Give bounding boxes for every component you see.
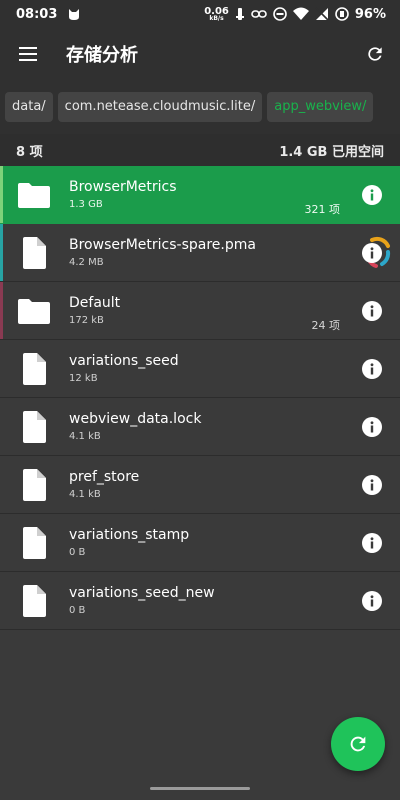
refresh-icon (368, 47, 382, 61)
info-button[interactable] (362, 591, 382, 611)
file-icon (16, 235, 52, 271)
file-icon (16, 583, 52, 619)
network-speed: 0.06 kB/s (204, 6, 229, 22)
status-time: 08:03 (16, 6, 58, 22)
file-name: Default (69, 295, 121, 311)
network-speed-unit: kB/s (209, 14, 224, 22)
storage-summary: 8 项 1.4 GB 已用空间 (0, 134, 400, 166)
status-bar: 08:03 0.06 kB/s 96% (0, 0, 400, 28)
info-button[interactable] (362, 533, 382, 553)
menu-button[interactable] (0, 28, 56, 80)
page-title: 存储分析 (66, 45, 138, 66)
battery-icon (335, 7, 349, 21)
file-size: 4.1 kB (69, 489, 101, 500)
file-size: 4.2 MB (69, 257, 104, 268)
list-item[interactable]: variations_stamp 0 B (0, 514, 400, 572)
row-accent (0, 224, 3, 281)
list-item[interactable]: Default 172 kB 24 项 (0, 282, 400, 340)
list-item[interactable]: pref_store 4.1 kB (0, 456, 400, 514)
refresh-fab[interactable] (331, 717, 385, 771)
file-name: BrowserMetrics (69, 179, 177, 195)
cat-notification-icon (67, 7, 81, 21)
row-accent (0, 166, 3, 223)
vpn-key-icon (235, 7, 245, 21)
item-count: 8 项 (16, 144, 43, 160)
menu-icon (19, 47, 37, 61)
link-icon (251, 8, 267, 20)
info-button[interactable] (362, 475, 382, 495)
battery-percent: 96% (354, 6, 386, 22)
file-list: BrowserMetrics 1.3 GB 321 项 BrowserMetri… (0, 166, 400, 630)
file-icon (16, 525, 52, 561)
file-size: 0 B (69, 547, 86, 558)
breadcrumb-list: data/ com.netease.cloudmusic.lite/ app_w… (0, 92, 374, 122)
wifi-icon (292, 7, 309, 21)
file-name: BrowserMetrics-spare.pma (69, 237, 256, 253)
file-icon (16, 409, 52, 445)
file-icon (16, 351, 52, 387)
info-icon (362, 417, 382, 437)
file-size: 172 kB (69, 315, 104, 326)
file-size: 1.3 GB (69, 199, 103, 210)
file-icon (16, 467, 52, 503)
used-space: 1.4 GB 已用空间 (279, 144, 384, 160)
status-left: 08:03 (16, 7, 81, 22)
file-size: 0 B (69, 605, 86, 616)
app-bar: 存储分析 (0, 28, 400, 80)
file-size: 4.1 kB (69, 431, 101, 442)
breadcrumb-item-current[interactable]: app_webview/ (267, 92, 374, 122)
file-size: 12 kB (69, 373, 98, 384)
info-button[interactable] (362, 301, 382, 321)
info-button[interactable] (362, 243, 382, 263)
file-name: variations_seed_new (69, 585, 215, 601)
refresh-icon (350, 736, 366, 752)
info-icon (362, 359, 382, 379)
list-item[interactable]: variations_seed 12 kB (0, 340, 400, 398)
do-not-disturb-icon (273, 7, 287, 21)
info-icon (362, 243, 382, 263)
status-right: 0.06 kB/s 96% (204, 6, 386, 22)
cellular-signal-icon (315, 7, 329, 21)
file-name: variations_stamp (69, 527, 190, 543)
info-button[interactable] (362, 185, 382, 205)
info-icon (362, 591, 382, 611)
info-icon (362, 475, 382, 495)
info-icon (362, 533, 382, 553)
list-item[interactable]: BrowserMetrics 1.3 GB 321 项 (0, 166, 400, 224)
file-name: variations_seed (69, 353, 179, 369)
list-item[interactable]: variations_seed_new 0 B (0, 572, 400, 630)
home-indicator[interactable] (150, 787, 250, 790)
info-button[interactable] (362, 359, 382, 379)
list-item[interactable]: BrowserMetrics-spare.pma 4.2 MB (0, 224, 400, 282)
folder-icon (16, 177, 52, 213)
breadcrumb: data/ com.netease.cloudmusic.lite/ app_w… (0, 80, 400, 134)
file-item-count: 24 项 (311, 319, 341, 332)
info-icon (362, 185, 382, 205)
list-item[interactable]: webview_data.lock 4.1 kB (0, 398, 400, 456)
refresh-button[interactable] (350, 28, 400, 80)
breadcrumb-item-package[interactable]: com.netease.cloudmusic.lite/ (57, 92, 263, 122)
file-item-count: 321 项 (304, 203, 341, 216)
folder-icon (16, 293, 52, 329)
breadcrumb-item-data[interactable]: data/ (5, 92, 53, 122)
info-button[interactable] (362, 417, 382, 437)
file-name: webview_data.lock (69, 411, 202, 427)
file-name: pref_store (69, 469, 140, 485)
row-accent (0, 282, 3, 339)
info-icon (362, 301, 382, 321)
